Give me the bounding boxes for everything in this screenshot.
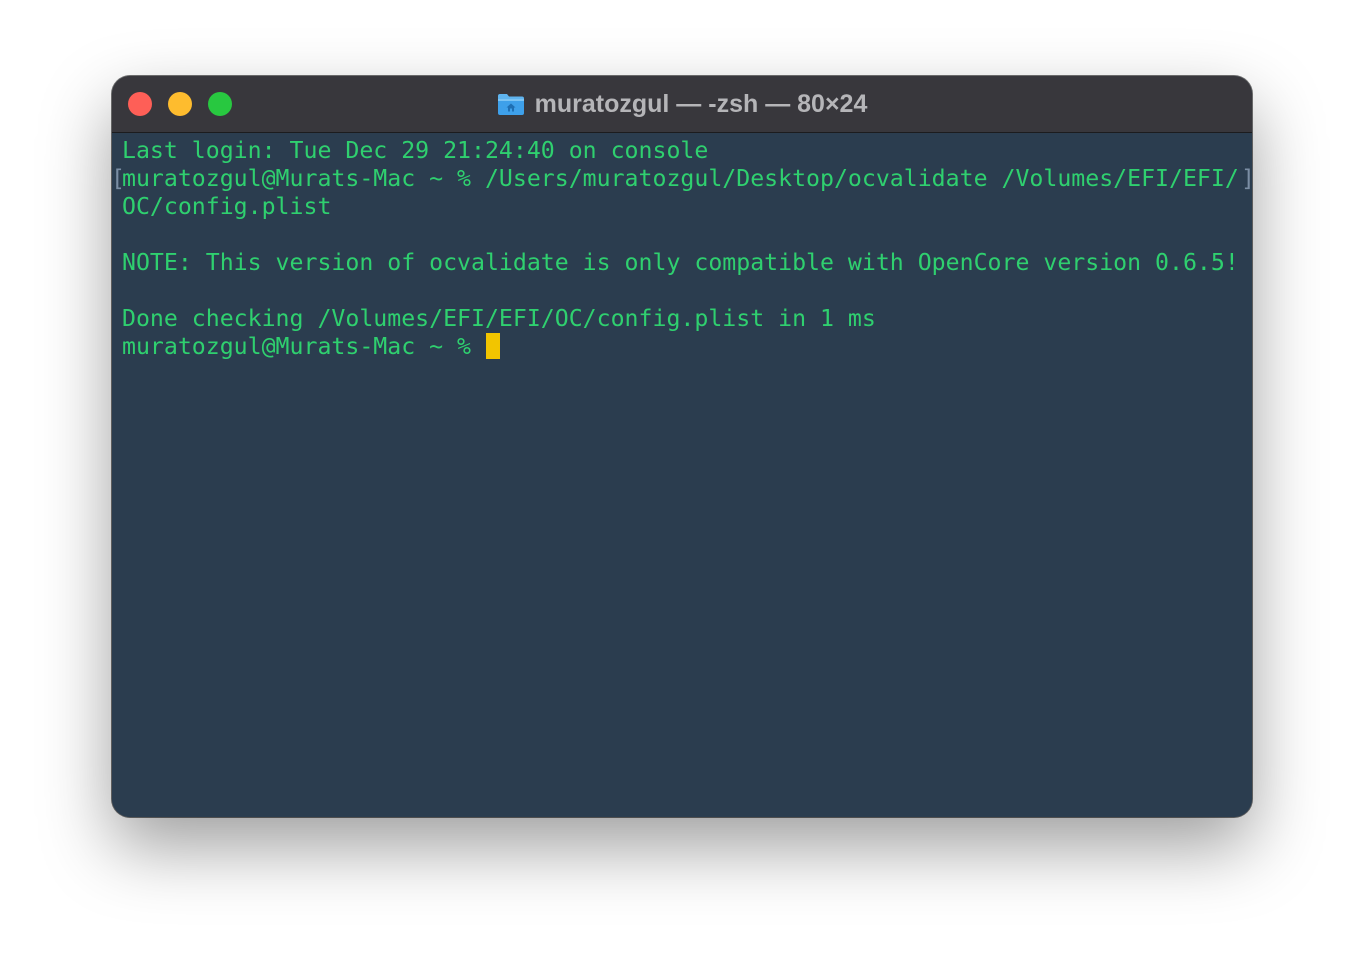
terminal-line-done: Done checking /Volumes/EFI/EFI/OC/config… xyxy=(122,305,876,332)
window-title-area: muratozgul — -zsh — 80×24 xyxy=(112,76,1252,132)
title-bar[interactable]: muratozgul — -zsh — 80×24 xyxy=(112,76,1252,133)
terminal-line-command-continued: OC/config.plist xyxy=(122,193,332,220)
selection-bracket-right: ] xyxy=(1241,165,1252,193)
terminal-line-command: muratozgul@Murats-Mac ~ % /Users/muratoz… xyxy=(122,165,1239,192)
terminal-line-last-login: Last login: Tue Dec 29 21:24:40 on conso… xyxy=(122,137,709,164)
terminal-window: muratozgul — -zsh — 80×24 Last login: Tu… xyxy=(112,76,1252,817)
terminal-cursor xyxy=(486,333,500,359)
terminal-content[interactable]: Last login: Tue Dec 29 21:24:40 on conso… xyxy=(112,133,1252,817)
home-folder-icon xyxy=(497,92,525,116)
terminal-line-note: NOTE: This version of ocvalidate is only… xyxy=(122,249,1239,276)
window-title: muratozgul — -zsh — 80×24 xyxy=(534,89,868,118)
terminal-prompt: muratozgul@Murats-Mac ~ % xyxy=(122,333,485,360)
